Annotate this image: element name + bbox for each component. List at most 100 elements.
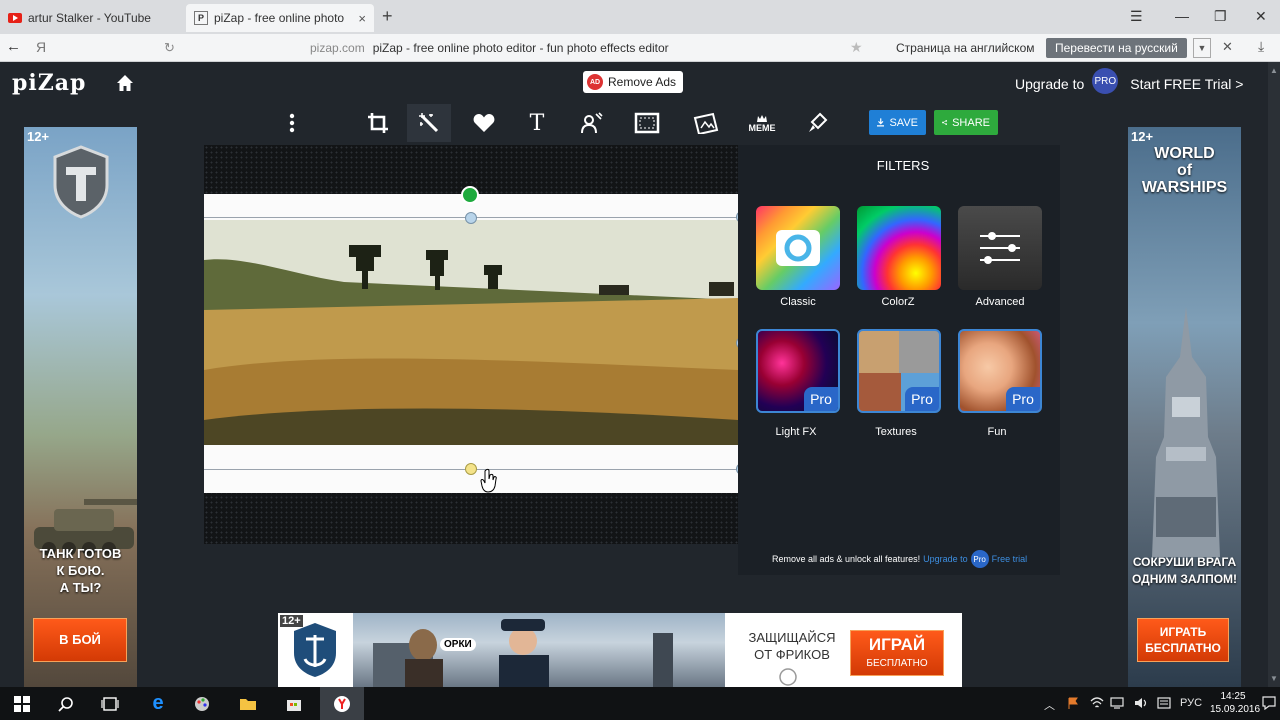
- start-button[interactable]: [0, 687, 44, 720]
- collage-tool-button[interactable]: [683, 104, 727, 142]
- minimize-button[interactable]: —: [1175, 8, 1189, 24]
- remove-ads-button[interactable]: AD Remove Ads: [583, 71, 684, 93]
- store-icon[interactable]: [272, 687, 316, 720]
- stickers-tool-button[interactable]: [462, 104, 506, 142]
- meme-tool-button[interactable]: MEME: [740, 104, 784, 142]
- pro-tag: Pro: [1006, 387, 1040, 411]
- paint-icon: [809, 112, 828, 132]
- filter-label: ColorZ: [881, 296, 915, 308]
- right-ad-banner[interactable]: 12+ WORLD of WARSHIPS СОКРУШИ ВРАГА ОДНИ…: [1128, 127, 1241, 687]
- cutout-tool-button[interactable]: [569, 104, 613, 142]
- meme-label: MEME: [748, 122, 776, 133]
- close-window-button[interactable]: ✕: [1255, 8, 1267, 25]
- task-view-icon: [101, 696, 119, 711]
- resize-handle-top[interactable]: [465, 212, 477, 224]
- start-trial-link[interactable]: Start FREE Trial >: [1130, 76, 1243, 92]
- download-arrow-icon: [877, 118, 885, 127]
- pro-tag: Pro: [804, 387, 838, 411]
- bottom-ad-slogan: ЗАЩИЩАЙСЯ ОТ ФРИКОВ: [748, 630, 836, 662]
- tab-youtube[interactable]: artur Stalker - YouTube: [0, 4, 180, 32]
- task-view-button[interactable]: [88, 687, 132, 720]
- wifi-icon[interactable]: [1090, 697, 1104, 709]
- filter-textures[interactable]: Pro: [857, 329, 941, 413]
- yandex-browser-taskbar-icon[interactable]: [320, 687, 364, 720]
- left-ad-banner[interactable]: 12+ ТАНК ГОТОВ К БОЮ. А ТЫ? В БОЙ: [24, 127, 137, 687]
- volume-icon[interactable]: [1134, 697, 1148, 709]
- tab-pizap[interactable]: P piZap - free online photo ×: [186, 4, 374, 32]
- camera-icon: [776, 230, 820, 266]
- left-ad-button[interactable]: В БОЙ: [33, 618, 127, 662]
- reload-icon[interactable]: ↻: [164, 40, 175, 56]
- url-domain: pizap.com: [310, 41, 365, 55]
- right-ad-button[interactable]: ИГРАТЬ БЕСПЛАТНО: [1137, 618, 1229, 662]
- filter-light-fx[interactable]: Pro: [756, 329, 840, 413]
- effects-tool-button[interactable]: [407, 104, 451, 142]
- more-menu-icon: [289, 113, 295, 133]
- world-of-warships-logo: WORLD of WARSHIPS: [1141, 145, 1228, 196]
- filter-classic[interactable]: [756, 206, 840, 290]
- edge-browser-icon[interactable]: e: [136, 687, 180, 720]
- filter-label: Classic: [780, 296, 816, 308]
- page-scrollbar[interactable]: ▲ ▼: [1268, 62, 1280, 687]
- play-button-sublabel: БЕСПЛАТНО: [866, 658, 928, 669]
- bottom-ad-banner[interactable]: 12+ ЗАЩИЩАЙСЯ ОТ ФРИКОВ ИГРАЙ БЕСПЛАТНО: [278, 613, 962, 687]
- save-button[interactable]: SAVE: [869, 110, 926, 135]
- file-explorer-icon[interactable]: [226, 687, 270, 720]
- more-menu-button[interactable]: [270, 104, 314, 142]
- rotate-handle-icon[interactable]: [461, 186, 479, 204]
- text-tool-button[interactable]: T: [515, 104, 559, 142]
- menu-icon[interactable]: ☰: [1130, 8, 1143, 25]
- crown-icon: [757, 114, 767, 122]
- filter-advanced[interactable]: [958, 206, 1042, 290]
- promo-free-trial-link[interactable]: Free trial: [992, 554, 1028, 564]
- keyboard-icon[interactable]: [1157, 697, 1171, 709]
- close-tab-icon[interactable]: ×: [358, 11, 366, 26]
- ad-block-icon: AD: [587, 74, 603, 90]
- border-tool-button[interactable]: [625, 104, 669, 142]
- clock[interactable]: 14:25 15.09.2016: [1210, 690, 1261, 716]
- promo-pro-badge: Pro: [970, 550, 989, 568]
- download-icon[interactable]: ⤓: [1258, 38, 1264, 55]
- yandex-icon[interactable]: Я: [36, 39, 46, 55]
- back-button[interactable]: ←: [6, 38, 21, 55]
- share-label: SHARE: [952, 116, 990, 129]
- network-icon[interactable]: [1110, 697, 1124, 709]
- new-tab-button[interactable]: +: [382, 6, 393, 27]
- notifications-icon[interactable]: [1262, 696, 1276, 710]
- translate-button[interactable]: Перевести на русский: [1046, 38, 1187, 58]
- filter-colorz[interactable]: [857, 206, 941, 290]
- translate-prompt: Страница на английском: [896, 41, 1035, 55]
- crop-tool-button[interactable]: [356, 104, 400, 142]
- resize-handle-bottom[interactable]: [465, 463, 477, 475]
- upgrade-link[interactable]: Upgrade to PRO Start FREE Trial >: [1015, 68, 1243, 94]
- youtube-icon: [8, 13, 22, 23]
- bottom-ad-play-button[interactable]: ИГРАЙ БЕСПЛАТНО: [850, 630, 944, 676]
- photo-image[interactable]: [204, 220, 738, 445]
- clock-date: 15.09.2016: [1210, 704, 1261, 715]
- translate-close-icon[interactable]: ✕: [1222, 39, 1233, 55]
- filter-fun[interactable]: Pro: [958, 329, 1042, 413]
- search-button[interactable]: [44, 687, 88, 720]
- pointer-icon: [779, 668, 797, 686]
- age-rating: 12+: [1131, 129, 1154, 144]
- app-icon[interactable]: [180, 687, 224, 720]
- scroll-up-icon[interactable]: ▲: [1270, 66, 1278, 75]
- home-icon[interactable]: [116, 74, 134, 92]
- scroll-down-icon[interactable]: ▼: [1270, 674, 1278, 683]
- tray-chevron-icon[interactable]: ︿: [1044, 697, 1055, 713]
- upgrade-label: Upgrade to: [1015, 75, 1085, 92]
- maximize-button[interactable]: ❐: [1214, 8, 1227, 25]
- pizap-logo[interactable]: piZap: [12, 70, 86, 96]
- bookmark-star-icon[interactable]: ★: [850, 39, 863, 56]
- filter-label: Advanced: [975, 296, 1025, 308]
- url-field[interactable]: pizap.com piZap - free online photo edito…: [310, 41, 669, 55]
- language-indicator[interactable]: РУС: [1180, 697, 1202, 709]
- pizap-favicon: P: [194, 11, 208, 25]
- translate-options-button[interactable]: ▼: [1193, 38, 1211, 58]
- promo-upgrade-link[interactable]: Upgrade to: [923, 554, 968, 564]
- paint-tool-button[interactable]: [795, 104, 839, 142]
- sliders-icon: [980, 232, 1020, 264]
- flag-icon[interactable]: [1067, 697, 1079, 710]
- app-header: piZap AD Remove Ads Upgrade to PRO Start…: [0, 62, 1280, 102]
- share-button[interactable]: SHARE: [934, 110, 998, 135]
